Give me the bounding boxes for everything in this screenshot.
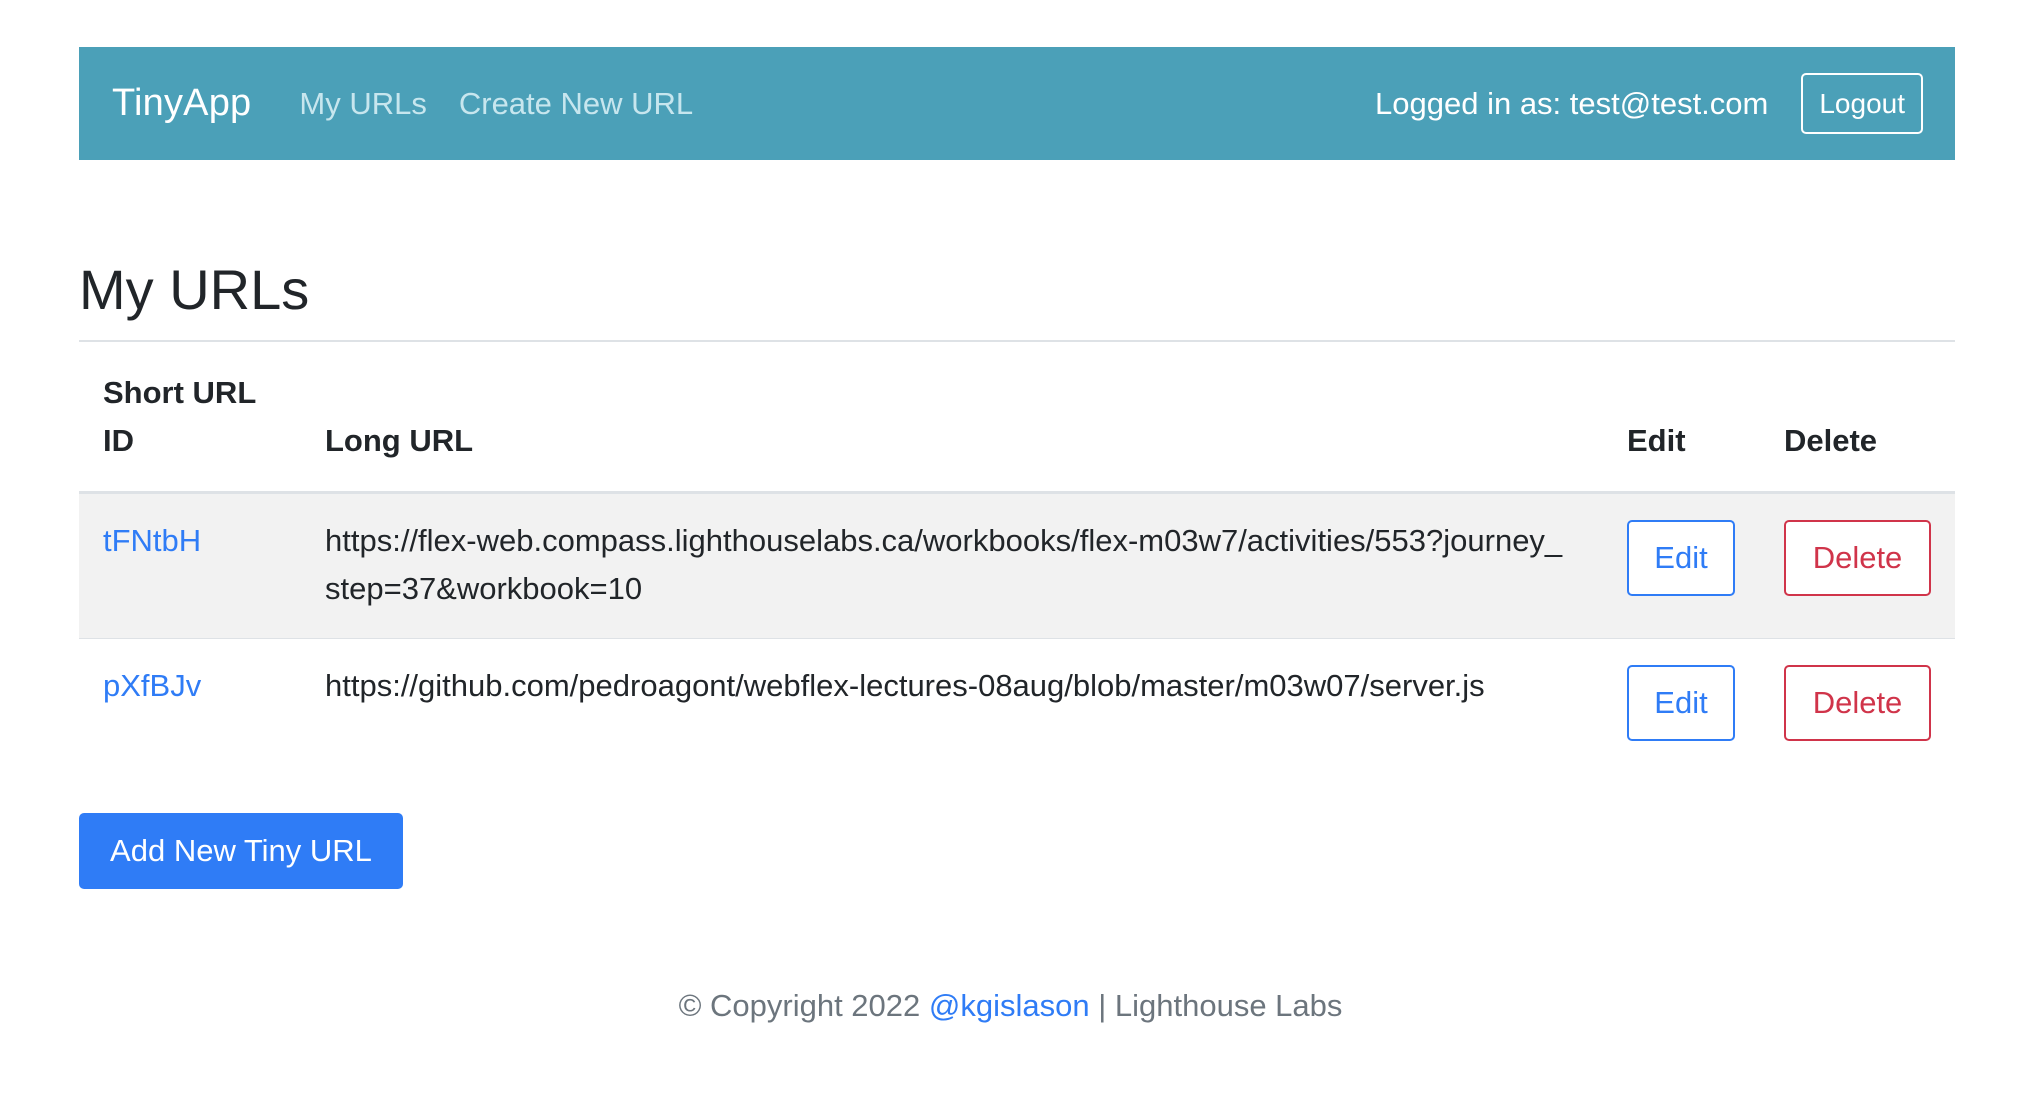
long-url-cell: https://flex-web.compass.lighthouselabs.… [301,492,1603,639]
edit-cell: Edit [1603,639,1760,767]
edit-button[interactable]: Edit [1627,520,1735,596]
header-short-url-id: Short URL ID [79,360,301,494]
short-url-cell: pXfBJv [79,639,301,767]
footer-copyright: © Copyright 2022 [678,988,929,1023]
header-edit: Edit [1603,360,1760,494]
title-divider [79,340,1955,342]
footer: © Copyright 2022 @kgislason | Lighthouse… [0,988,2021,1024]
header-long-url: Long URL [301,360,1603,494]
header-delete: Delete [1760,360,1955,494]
short-url-cell: tFNtbH [79,492,301,639]
table-header-row: Short URL ID Long URL Edit Delete [79,360,1955,494]
logout-button[interactable]: Logout [1801,73,1923,134]
top-navbar: TinyApp My URLs Create New URL Logged in… [79,47,1955,160]
nav-my-urls-link[interactable]: My URLs [299,86,426,122]
short-url-link[interactable]: pXfBJv [103,668,201,703]
logged-in-status: Logged in as: test@test.com [1375,85,1769,121]
short-url-link[interactable]: tFNtbH [103,523,201,558]
footer-company: | Lighthouse Labs [1089,988,1343,1023]
delete-cell: Delete [1760,492,1955,639]
edit-button[interactable]: Edit [1627,665,1735,741]
long-url-cell: https://github.com/pedroagont/webflex-le… [325,668,1485,703]
delete-cell: Delete [1760,639,1955,767]
footer-author-link[interactable]: @kgislason [929,988,1090,1023]
brand-logo[interactable]: TinyApp [112,82,251,125]
nav-create-new-url-link[interactable]: Create New URL [459,86,693,122]
table-row: tFNtbH https://flex-web.compass.lighthou… [79,492,1955,639]
urls-table: Short URL ID Long URL Edit Delete tFNtbH… [79,360,1955,766]
delete-button[interactable]: Delete [1784,665,1931,741]
page-title: My URLs [79,258,310,321]
delete-button[interactable]: Delete [1784,520,1931,596]
edit-cell: Edit [1603,492,1760,639]
add-new-tiny-url-button[interactable]: Add New Tiny URL [79,813,403,889]
table-row: pXfBJv https://github.com/pedroagont/web… [79,639,1955,767]
